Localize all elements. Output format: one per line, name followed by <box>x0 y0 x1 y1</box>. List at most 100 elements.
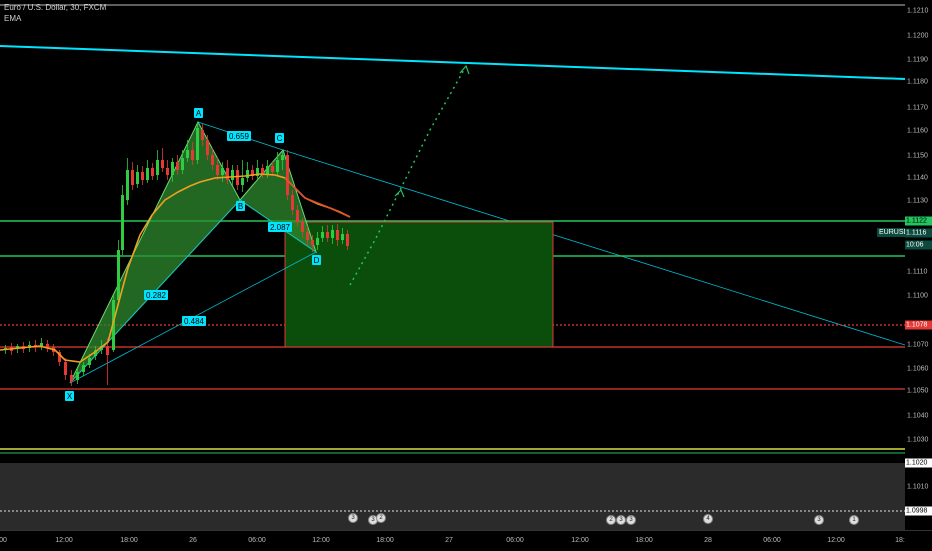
candle-body <box>246 170 249 178</box>
candle-body <box>266 166 269 174</box>
price-tag-countdown: 10:06 <box>905 240 932 250</box>
candle-body <box>106 346 109 355</box>
candle-body <box>166 168 169 175</box>
candle-body <box>161 160 164 168</box>
event-marker[interactable]: 3 <box>626 515 636 525</box>
target-zone-box[interactable] <box>284 221 554 348</box>
candle-body <box>88 358 91 365</box>
time-tick: 18:00 <box>120 537 138 544</box>
candle-body <box>286 155 289 195</box>
projection-arrow-2 <box>459 64 470 75</box>
price-chart[interactable]: X A B C D 0.659 0.282 0.484 2.087 <box>0 0 905 530</box>
candle-body <box>281 155 284 160</box>
time-axis[interactable]: 00 12:00 18:00 26 06:00 12:00 18:00 27 0… <box>0 530 932 551</box>
candle-body <box>301 222 304 232</box>
event-marker[interactable]: 4 <box>703 514 713 524</box>
price-tick: 1.1180 <box>907 78 928 86</box>
candle-body <box>82 365 85 372</box>
price-tick: 1.1060 <box>907 365 929 373</box>
price-tick: 1.1100 <box>907 292 928 300</box>
price-tick: 1.1130 <box>907 197 928 205</box>
event-marker[interactable]: 3 <box>616 515 626 525</box>
candle-body <box>121 195 124 250</box>
cyan-trend-line[interactable] <box>0 45 905 80</box>
candle-body <box>326 232 329 238</box>
candle-body <box>206 140 209 155</box>
price-tick: 1.1190 <box>907 56 928 64</box>
candle-body <box>221 168 224 175</box>
event-marker[interactable]: 1 <box>849 515 859 525</box>
svg-text:0.659: 0.659 <box>229 132 250 141</box>
ratio-label-0659[interactable]: 0.659 <box>227 131 251 141</box>
candle-body <box>181 158 184 170</box>
price-tag-bottom: 1.0998 <box>905 506 932 516</box>
time-tick: 26 <box>189 537 197 544</box>
point-label-d[interactable]: D <box>312 255 321 265</box>
price-tick: 1.1030 <box>907 436 929 444</box>
candle-body <box>70 375 73 382</box>
candle-body <box>131 170 134 185</box>
time-tick: 12:00 <box>571 537 589 544</box>
time-tick: 18:00 <box>635 537 653 544</box>
price-tick: 1.1140 <box>907 174 928 182</box>
candle-body <box>146 168 149 180</box>
candle-body <box>171 162 174 175</box>
event-marker[interactable]: 3 <box>814 515 824 525</box>
svg-text:C: C <box>277 134 283 143</box>
ema-legend[interactable]: EMA <box>4 14 21 23</box>
svg-text:2.087: 2.087 <box>270 223 291 232</box>
price-tick: 1.1050 <box>907 387 929 395</box>
pattern-triangle-xab[interactable] <box>69 120 241 384</box>
price-tick: 1.1160 <box>907 127 928 135</box>
time-tick: 12:00 <box>827 537 845 544</box>
point-label-x[interactable]: X <box>65 391 74 401</box>
candle-body <box>191 150 194 160</box>
time-tick: 27 <box>445 537 453 544</box>
svg-text:0.484: 0.484 <box>184 317 205 326</box>
svg-text:X: X <box>67 392 73 401</box>
point-label-b[interactable]: B <box>236 201 245 211</box>
price-tick: 1.1170 <box>907 104 928 112</box>
svg-text:D: D <box>314 256 320 265</box>
candle-body <box>271 166 274 172</box>
price-axis[interactable]: 1.1210 1.1200 1.1190 1.1180 1.1170 1.116… <box>905 0 932 530</box>
symbol-legend[interactable]: Euro / U.S. Dollar, 30, FXCM <box>4 3 106 12</box>
ratio-label-0282[interactable]: 0.282 <box>144 290 168 300</box>
ratio-label-0484[interactable]: 0.484 <box>182 316 206 326</box>
event-marker[interactable]: 2 <box>376 513 386 523</box>
candle-body <box>151 168 154 176</box>
candle-body <box>201 130 204 140</box>
candle-body <box>126 170 129 200</box>
candle-body <box>216 165 219 175</box>
time-tick: 06:00 <box>763 537 781 544</box>
event-marker[interactable]: 3 <box>348 513 358 523</box>
candle-body <box>231 170 234 180</box>
price-tick: 1.1040 <box>907 412 929 420</box>
time-tick: 28 <box>704 537 712 544</box>
price-tag-current: 1.1116 <box>905 228 932 238</box>
point-label-c[interactable]: C <box>275 133 284 143</box>
candle-body <box>196 128 199 160</box>
candle-body <box>236 170 239 185</box>
event-marker[interactable]: 2 <box>606 515 616 525</box>
candle-body <box>276 160 279 172</box>
candle-body <box>136 172 139 184</box>
svg-text:B: B <box>238 202 243 211</box>
candle-body <box>346 234 349 246</box>
time-tick: 06:00 <box>506 537 524 544</box>
point-label-a[interactable]: A <box>194 108 203 118</box>
price-tick: 1.1150 <box>907 152 928 160</box>
candle-body <box>321 232 324 238</box>
candle-body <box>331 230 334 238</box>
ratio-label-2087[interactable]: 2.087 <box>268 222 292 232</box>
candle-body <box>291 195 294 210</box>
candle-body <box>316 238 319 245</box>
price-tick: 1.1010 <box>907 483 929 491</box>
price-tick: 1.1200 <box>907 32 929 40</box>
time-tick: 12:00 <box>312 537 330 544</box>
price-tag-white: 1.1020 <box>905 458 932 468</box>
candle-body <box>141 172 144 180</box>
time-tick: 12:00 <box>55 537 73 544</box>
candle-body <box>226 168 229 180</box>
candle-body <box>306 232 309 240</box>
